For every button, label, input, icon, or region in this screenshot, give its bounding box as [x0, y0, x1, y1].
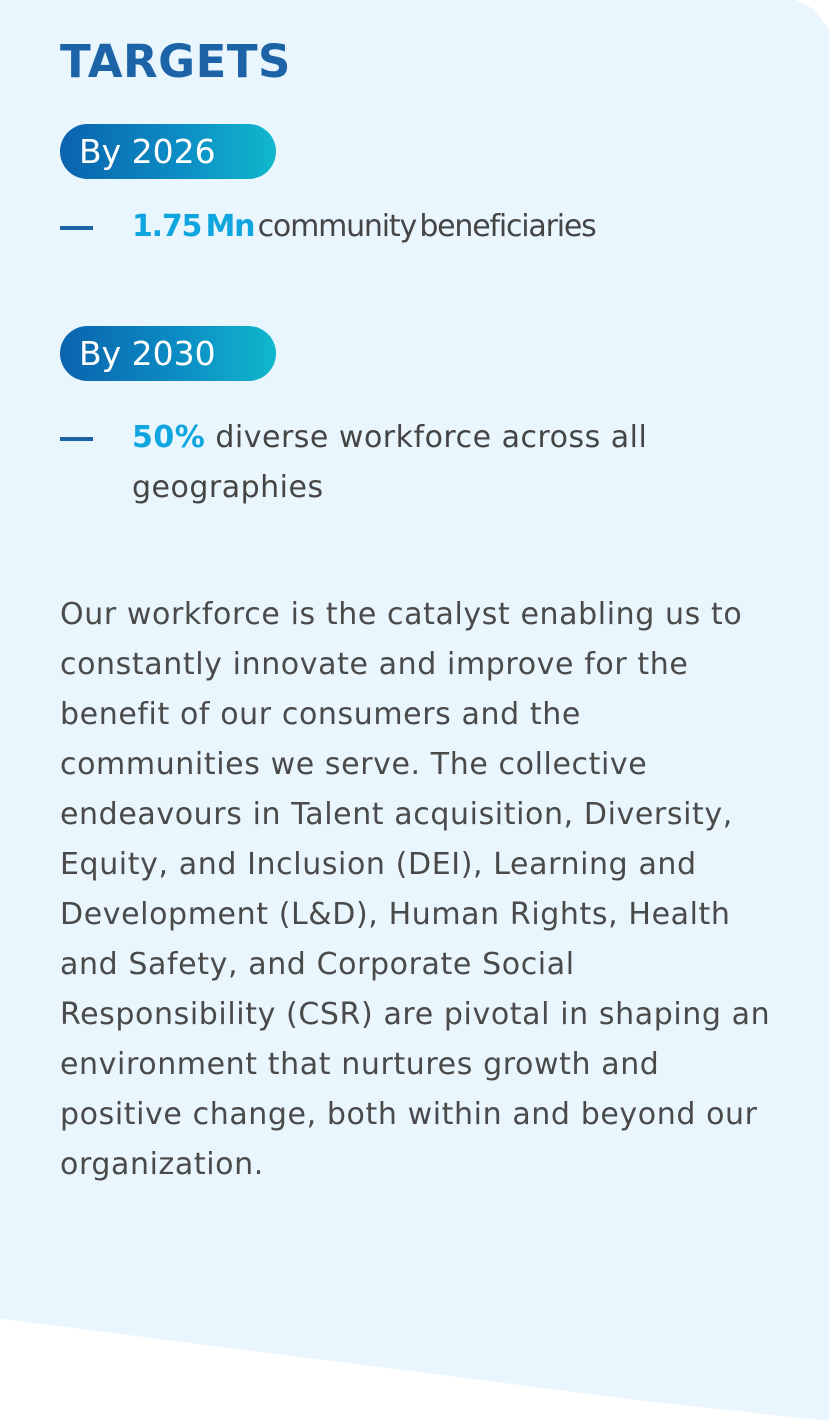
dash-bullet-icon: [60, 437, 93, 441]
target-highlight-value: 50%: [132, 420, 206, 455]
target-year-badge-2026: By 2026: [60, 124, 276, 179]
target-description: 1.75 Mn community beneficiaries: [132, 202, 752, 252]
target-year-badge-2030: By 2030: [60, 326, 276, 381]
target-description-text: diverse workforce across all geographies: [132, 420, 648, 505]
target-description: 50% diverse workforce across all geograp…: [132, 413, 752, 513]
target-highlight-value: 1.75 Mn: [132, 209, 255, 244]
workforce-description-paragraph: Our workforce is the catalyst enabling u…: [60, 597, 771, 1182]
section-title: TARGETS: [60, 35, 291, 88]
dash-bullet-icon: [60, 226, 93, 230]
target-description-text: community beneficiaries: [257, 209, 597, 244]
